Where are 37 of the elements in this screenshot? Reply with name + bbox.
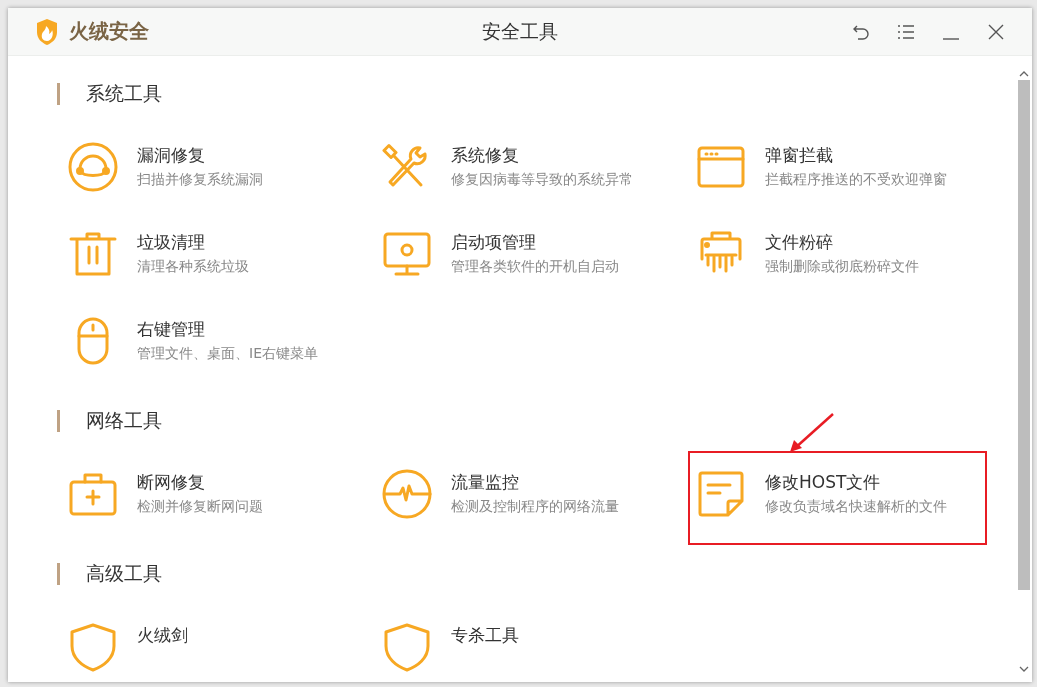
scroll-down-icon[interactable] [1019,665,1029,673]
tool-description: 检测并修复断网问题 [137,498,263,516]
tool-description: 修复因病毒等导致的系统异常 [451,171,633,189]
window-title: 安全工具 [482,18,558,44]
pulse-icon [382,469,432,519]
scrollbar-thumb[interactable] [1018,80,1030,590]
tool-description: 拦截程序推送的不受欢迎弹窗 [765,171,947,189]
brand-name: 火绒安全 [69,18,149,45]
tool-title[interactable]: 弹窗拦截 [765,144,947,167]
tool-title[interactable]: 火绒剑 [137,624,188,647]
section-title: 高级工具 [86,561,162,586]
tool-title[interactable]: 流量监控 [451,471,619,494]
tool-description: 检测及控制程序的网络流量 [451,498,619,516]
tool-description: 管理文件、桌面、IE右键菜单 [137,345,318,363]
tool-description: 强制删除或彻底粉碎文件 [765,258,919,276]
shield-icon [382,622,432,672]
tool-description: 管理各类软件的开机自启动 [451,258,619,276]
annotation-arrow [789,412,835,454]
logo-icon [35,18,59,45]
tool-title[interactable]: 漏洞修复 [137,144,263,167]
tool-description: 修改负责域名快速解析的文件 [765,498,947,516]
tool-title[interactable]: 垃圾清理 [137,231,249,254]
note-icon [696,469,746,519]
tool-description: 清理各种系统垃圾 [137,258,249,276]
headset-icon [68,142,118,192]
scroll-up-icon[interactable] [1019,70,1029,78]
tool-title[interactable]: 专杀工具 [451,624,519,647]
section-title: 网络工具 [86,408,162,433]
shield-icon [68,622,118,672]
tool-title[interactable]: 系统修复 [451,144,633,167]
tool-title[interactable]: 启动项管理 [451,231,619,254]
section-title: 系统工具 [86,81,162,106]
tool-title[interactable]: 文件粉碎 [765,231,919,254]
tool-title[interactable]: 修改HOST文件 [765,471,947,494]
tool-description: 扫描并修复系统漏洞 [137,171,263,189]
tool-title[interactable]: 右键管理 [137,318,318,341]
tool-title[interactable]: 断网修复 [137,471,263,494]
